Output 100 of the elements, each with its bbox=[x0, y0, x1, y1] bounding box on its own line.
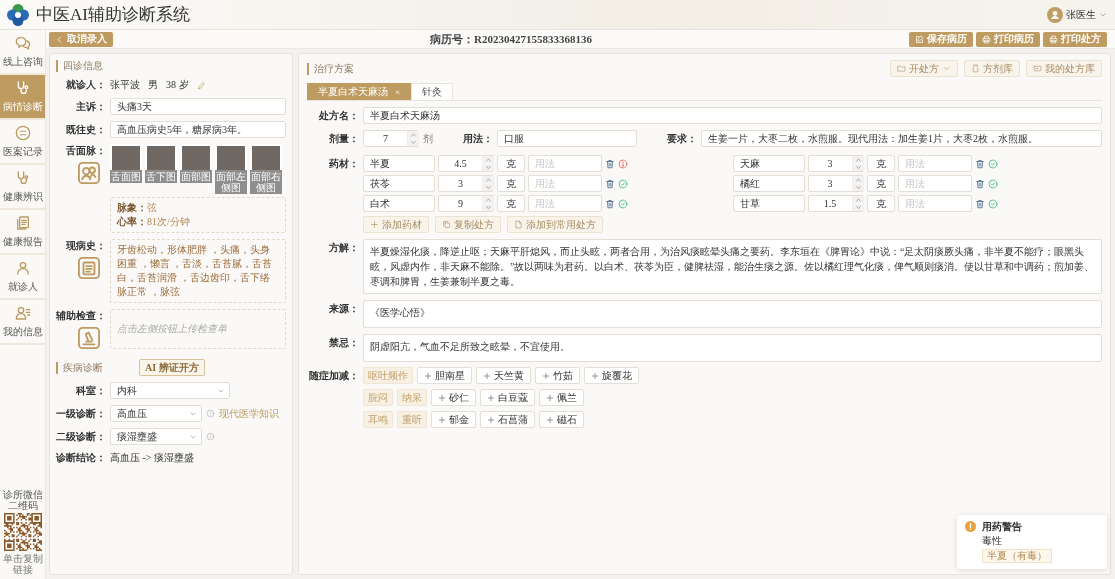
add-herb-button[interactable]: 竹茹 bbox=[535, 367, 580, 384]
amount-stepper[interactable]: 3 bbox=[807, 175, 864, 192]
photo-placeholder[interactable] bbox=[145, 144, 177, 170]
sidebar-item[interactable]: 就诊人 bbox=[0, 255, 45, 300]
chevron-left-icon bbox=[55, 34, 64, 44]
explanation-field[interactable]: 半夏燥湿化痰，降逆止呕；天麻平肝熄风，而止头眩，两者合用，为治风痰眩晕头痛之要药。李东垣在《脾胃论》中说：“足太阴痰厥头痛，非半夏不能疗；眼黑头眩，风虚内作，非天麻不能除。”故以两味为君药。以白术、茯苓为臣，健脾祛湿，能治生痰之源。佐以橘红理气化痰，俾气顺则痰消。使以甘草和中调药；煎加姜、枣调和脾胃，生姜兼制半夏之毒。 bbox=[363, 239, 1102, 294]
add-herb-button[interactable]: 磁石 bbox=[539, 411, 584, 428]
patient-age: 38 岁 bbox=[166, 78, 189, 92]
sidebar-item[interactable]: 健康报告 bbox=[0, 210, 45, 255]
chevron-down-icon[interactable] bbox=[408, 138, 419, 146]
photo-label: 舌面图 bbox=[110, 170, 142, 183]
add-herb-button[interactable]: 佩兰 bbox=[539, 389, 584, 406]
trash-icon[interactable] bbox=[605, 198, 615, 209]
unit-field[interactable]: 克 bbox=[866, 195, 895, 212]
amount-stepper[interactable]: 3 bbox=[807, 155, 864, 172]
add-herb-button[interactable]: 胆南星 bbox=[417, 367, 472, 384]
usage-field[interactable]: 口服 bbox=[497, 130, 637, 147]
trash-icon[interactable] bbox=[605, 158, 615, 169]
contraindication-field[interactable]: 阴虚阳亢，气血不足所致之眩晕，不宜使用。 bbox=[363, 334, 1102, 362]
photo-placeholder[interactable] bbox=[180, 144, 212, 170]
trash-icon[interactable] bbox=[605, 178, 615, 189]
list-icon bbox=[14, 124, 31, 141]
unit-field[interactable]: 克 bbox=[497, 195, 525, 212]
user-menu[interactable]: 张医生 bbox=[1047, 6, 1107, 23]
requirement-field[interactable]: 生姜一片，大枣二枚，水煎服。现代用法：加生姜1片，大枣2枚，水煎服。 bbox=[701, 130, 1102, 147]
chevron-down-icon[interactable] bbox=[483, 163, 494, 171]
plus-icon bbox=[487, 393, 495, 402]
amount-stepper[interactable]: 1.5 bbox=[807, 195, 864, 212]
herb-name-field[interactable]: 天麻 bbox=[732, 155, 805, 172]
person-list-icon bbox=[14, 304, 31, 321]
symptom-tag: 重听 bbox=[397, 411, 427, 428]
add-herb-button[interactable]: 旋覆花 bbox=[584, 367, 639, 384]
trash-icon[interactable] bbox=[974, 158, 985, 169]
add-herb-button[interactable]: 天竺黄 bbox=[476, 367, 531, 384]
prescription-name-field[interactable]: 半夏白术天麻汤 bbox=[363, 107, 1102, 124]
ai-diagnosis-button[interactable]: AI 辨证开方 bbox=[139, 359, 205, 376]
chevron-up-icon[interactable] bbox=[408, 131, 419, 139]
chevron-up-icon[interactable] bbox=[852, 176, 864, 184]
prescription-tab[interactable]: 针灸 bbox=[411, 83, 454, 100]
circle-arrow-icon[interactable] bbox=[206, 432, 215, 441]
qr-code-icon[interactable] bbox=[3, 513, 42, 551]
herb-name-field[interactable]: 甘草 bbox=[732, 195, 805, 212]
sidebar-item[interactable]: 健康辨识 bbox=[0, 165, 45, 210]
add-herb-button[interactable]: 白豆蔻 bbox=[480, 389, 535, 406]
chevron-up-icon[interactable] bbox=[483, 196, 494, 204]
logo-icon bbox=[6, 2, 30, 27]
dose-stepper[interactable]: 7 bbox=[363, 130, 419, 147]
medical-history-field[interactable]: 高血压病史5年，糖尿病3年。 bbox=[110, 121, 286, 138]
chevron-up-icon[interactable] bbox=[483, 156, 494, 164]
amount-stepper[interactable]: 4.5 bbox=[438, 155, 494, 172]
herb-name-field[interactable]: 白术 bbox=[363, 195, 435, 212]
printer-icon bbox=[982, 34, 991, 44]
circle-arrow-icon[interactable] bbox=[206, 409, 215, 418]
primary-diagnosis-select[interactable]: 高血压 bbox=[110, 405, 202, 422]
herb-name-field[interactable]: 橘红 bbox=[732, 175, 805, 192]
field-label: 诊断结论： bbox=[56, 451, 106, 465]
chief-complaint-field[interactable]: 头痛3天 bbox=[110, 98, 286, 115]
copy-icon bbox=[442, 220, 451, 229]
secondary-diagnosis-select[interactable]: 痰湿壅盛 bbox=[110, 428, 202, 445]
symptom-tag: 纳呆 bbox=[397, 389, 427, 406]
chevron-up-icon[interactable] bbox=[852, 156, 864, 164]
unit-field[interactable]: 克 bbox=[866, 155, 895, 172]
sidebar-item[interactable]: 医案记录 bbox=[0, 120, 45, 165]
chevron-up-icon[interactable] bbox=[852, 196, 864, 204]
herb-name-field[interactable]: 茯苓 bbox=[363, 175, 435, 192]
chevron-up-icon[interactable] bbox=[483, 176, 494, 184]
trash-icon[interactable] bbox=[974, 198, 985, 209]
photo-placeholder[interactable] bbox=[215, 144, 247, 170]
field-label: 现病史： bbox=[65, 239, 106, 253]
photo-placeholder[interactable] bbox=[250, 144, 282, 170]
pencil-icon[interactable] bbox=[196, 80, 206, 90]
chevron-down-icon[interactable] bbox=[483, 183, 494, 191]
photo-label: 舌下图 bbox=[145, 170, 177, 183]
unit-field[interactable]: 克 bbox=[497, 175, 525, 192]
amount-stepper[interactable]: 9 bbox=[438, 195, 494, 212]
unit-field[interactable]: 克 bbox=[497, 155, 525, 172]
add-herb-button[interactable]: 砂仁 bbox=[431, 389, 476, 406]
source-field[interactable]: 《医学心悟》 bbox=[363, 300, 1102, 328]
faces-icon[interactable] bbox=[78, 162, 100, 184]
trash-icon[interactable] bbox=[974, 178, 985, 189]
document-icon bbox=[14, 214, 31, 231]
field-label: 禁忌： bbox=[328, 336, 359, 350]
unit-field[interactable]: 克 bbox=[866, 175, 895, 192]
chevron-down-icon[interactable] bbox=[852, 163, 864, 171]
photo-label: 面部右侧图 bbox=[250, 170, 282, 194]
department-select[interactable]: 内科 bbox=[110, 382, 230, 399]
notification-title: 用药警告 bbox=[982, 521, 1022, 533]
add-herb-button[interactable]: 郁金 bbox=[431, 411, 476, 428]
clipboard-icon[interactable] bbox=[78, 257, 100, 279]
plus-icon bbox=[370, 220, 379, 229]
chevron-down-icon[interactable] bbox=[852, 203, 864, 211]
add-herb-button[interactable]: 石菖蒲 bbox=[480, 411, 535, 428]
present-illness-field[interactable]: 牙齿松动，形体肥胖 ，头痛，头身困重 ，懒言 ，舌淡，舌苔腻，舌苔白，舌苔润滑 ，舌边齿印，舌下络脉正常 ，脉弦 bbox=[110, 239, 286, 303]
photo-placeholder[interactable] bbox=[110, 144, 142, 170]
chevron-down-icon[interactable] bbox=[483, 203, 494, 211]
chevron-down-icon[interactable] bbox=[852, 183, 864, 191]
sidebar-item[interactable]: 我的信息 bbox=[0, 300, 45, 345]
microscope-icon[interactable] bbox=[78, 327, 100, 349]
amount-stepper[interactable]: 3 bbox=[438, 175, 494, 192]
herb-name-field[interactable]: 半夏 bbox=[363, 155, 435, 172]
